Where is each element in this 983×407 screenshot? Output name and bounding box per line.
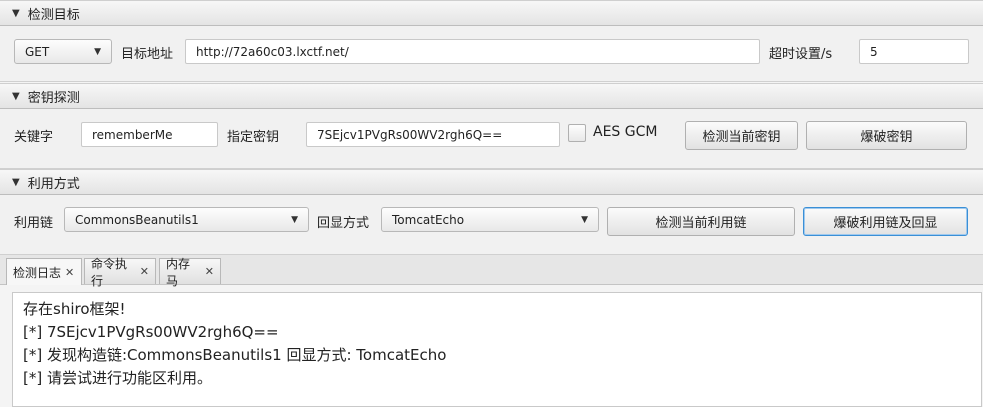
collapse-triangle-icon: ▼ <box>12 7 20 19</box>
tab-label: 内存马 <box>166 256 191 288</box>
timeout-input[interactable]: 5 <box>859 39 969 64</box>
echo-label: 回显方式 <box>317 216 370 231</box>
key-section-header[interactable]: ▼ 密钥探测 <box>0 83 983 109</box>
key-section-title: 密钥探测 <box>27 90 80 106</box>
method-select[interactable]: GET ▼ <box>14 39 112 64</box>
detect-key-button[interactable]: 检测当前密钥 <box>685 121 798 150</box>
aes-gcm-checkbox[interactable] <box>568 124 586 142</box>
echo-value: TomcatEcho <box>392 212 465 227</box>
tab-label: 命令执行 <box>91 256 128 288</box>
key-label: 指定密钥 <box>227 130 280 145</box>
log-line: [*] 请尝试进行功能区利用。 <box>23 369 212 387</box>
log-line: 存在shiro框架! <box>23 300 126 318</box>
log-output[interactable]: 存在shiro框架! [*] 7SEjcv1PVgRs00WV2rgh6Q== … <box>12 292 982 407</box>
tab-bar: 检测日志 ✕ 命令执行 ✕ 内存马 ✕ <box>0 255 983 288</box>
chain-value: CommonsBeanutils1 <box>75 212 199 227</box>
exploit-panel: 利用链 CommonsBeanutils1 ▼ 回显方式 TomcatEcho … <box>0 195 983 255</box>
collapse-triangle-icon: ▼ <box>12 176 20 188</box>
chain-label: 利用链 <box>14 216 54 231</box>
aes-gcm-label: AES GCM <box>593 124 658 140</box>
target-section-header[interactable]: ▼ 检测目标 <box>0 0 983 26</box>
close-icon[interactable]: ✕ <box>65 266 74 279</box>
exploit-section-header[interactable]: ▼ 利用方式 <box>0 169 983 195</box>
keyword-label: 关键字 <box>14 130 54 145</box>
tab-command-exec[interactable]: 命令执行 ✕ <box>84 257 156 288</box>
echo-select[interactable]: TomcatEcho ▼ <box>381 207 599 232</box>
collapse-triangle-icon: ▼ <box>12 90 20 102</box>
exploit-section-title: 利用方式 <box>27 176 80 192</box>
keyword-input[interactable]: rememberMe <box>81 122 218 147</box>
chevron-down-icon: ▼ <box>581 214 588 225</box>
timeout-label: 超时设置/s <box>769 47 833 62</box>
url-label: 目标地址 <box>121 47 174 62</box>
detect-chain-button[interactable]: 检测当前利用链 <box>607 207 795 236</box>
log-line: [*] 7SEjcv1PVgRs00WV2rgh6Q== <box>23 323 279 341</box>
target-section-title: 检测目标 <box>27 7 80 23</box>
brute-chain-button[interactable]: 爆破利用链及回显 <box>803 207 968 236</box>
chevron-down-icon: ▼ <box>291 214 298 225</box>
key-panel: 关键字 rememberMe 指定密钥 7SEjcv1PVgRs00WV2rgh… <box>0 109 983 169</box>
tab-detect-log[interactable]: 检测日志 ✕ <box>6 258 82 285</box>
brute-key-button[interactable]: 爆破密钥 <box>806 121 967 150</box>
close-icon[interactable]: ✕ <box>140 265 149 278</box>
tab-memshell[interactable]: 内存马 ✕ <box>159 257 221 288</box>
chain-select[interactable]: CommonsBeanutils1 ▼ <box>64 207 309 232</box>
close-icon[interactable]: ✕ <box>205 265 214 278</box>
chevron-down-icon: ▼ <box>94 46 101 57</box>
log-line: [*] 发现构造链:CommonsBeanutils1 回显方式: Tomcat… <box>23 346 447 364</box>
tab-label: 检测日志 <box>13 265 62 280</box>
url-input[interactable]: http://72a60c03.lxctf.net/ <box>185 39 760 64</box>
key-input[interactable]: 7SEjcv1PVgRs00WV2rgh6Q== <box>306 122 560 147</box>
method-value: GET <box>25 44 50 59</box>
target-panel: GET ▼ 目标地址 http://72a60c03.lxctf.net/ 超时… <box>0 26 983 82</box>
